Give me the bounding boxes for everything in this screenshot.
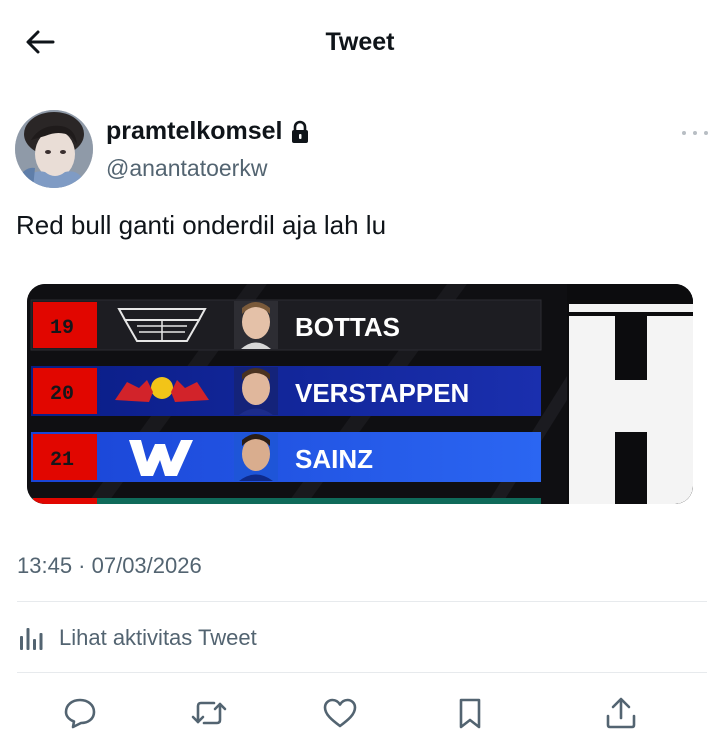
tweet-timestamp[interactable]: 13:45 · 07/03/2026: [17, 553, 202, 579]
view-activity-label: Lihat aktivitas Tweet: [59, 625, 257, 650]
divider: [17, 672, 707, 673]
media-row-position: 21: [50, 449, 74, 472]
reply-button[interactable]: [57, 690, 103, 736]
author-name-row[interactable]: pramtelkomsel: [106, 117, 310, 146]
comment-icon: [64, 698, 96, 729]
media-row-driver: BOTTAS: [295, 312, 400, 342]
media-row-position: 19: [50, 317, 74, 340]
tweet-media[interactable]: 19 BOTTAS 20 VERSTAPPEN 21 SAINZ: [27, 284, 693, 504]
media-row: 21 SAINZ: [31, 432, 541, 482]
driver-portrait: [234, 301, 278, 349]
more-dot: [693, 131, 697, 135]
driver-portrait: [234, 367, 278, 415]
media-row-position: 20: [50, 383, 74, 406]
lock-icon: [292, 120, 309, 143]
retweet-icon: [191, 701, 227, 725]
analytics-icon: [20, 628, 43, 650]
page-title: Tweet: [325, 28, 395, 56]
like-button[interactable]: [317, 690, 363, 736]
more-dot: [704, 131, 708, 135]
tweet-text: Red bull ganti onderdil aja lah lu: [16, 210, 387, 240]
more-dot: [682, 131, 686, 135]
media-row: 20 VERSTAPPEN: [31, 366, 541, 416]
big-letter-h: [567, 284, 693, 504]
bookmark-button[interactable]: [447, 690, 493, 736]
share-button[interactable]: [598, 690, 644, 736]
author-handle[interactable]: @anantatoerkw: [106, 155, 267, 182]
media-row-driver: VERSTAPPEN: [295, 378, 469, 408]
heart-icon: [323, 698, 357, 728]
bookmark-icon: [459, 698, 481, 729]
media-row: 19 BOTTAS: [30, 299, 542, 351]
retweet-button[interactable]: [186, 690, 232, 736]
driver-portrait: [234, 433, 278, 481]
author-display-name[interactable]: pramtelkomsel: [106, 117, 282, 146]
avatar[interactable]: [15, 110, 93, 188]
view-activity-link[interactable]: Lihat aktivitas Tweet: [17, 620, 257, 656]
divider: [17, 601, 707, 602]
media-row-driver: SAINZ: [295, 444, 373, 474]
more-options-button[interactable]: [682, 126, 708, 140]
share-icon: [606, 697, 636, 729]
